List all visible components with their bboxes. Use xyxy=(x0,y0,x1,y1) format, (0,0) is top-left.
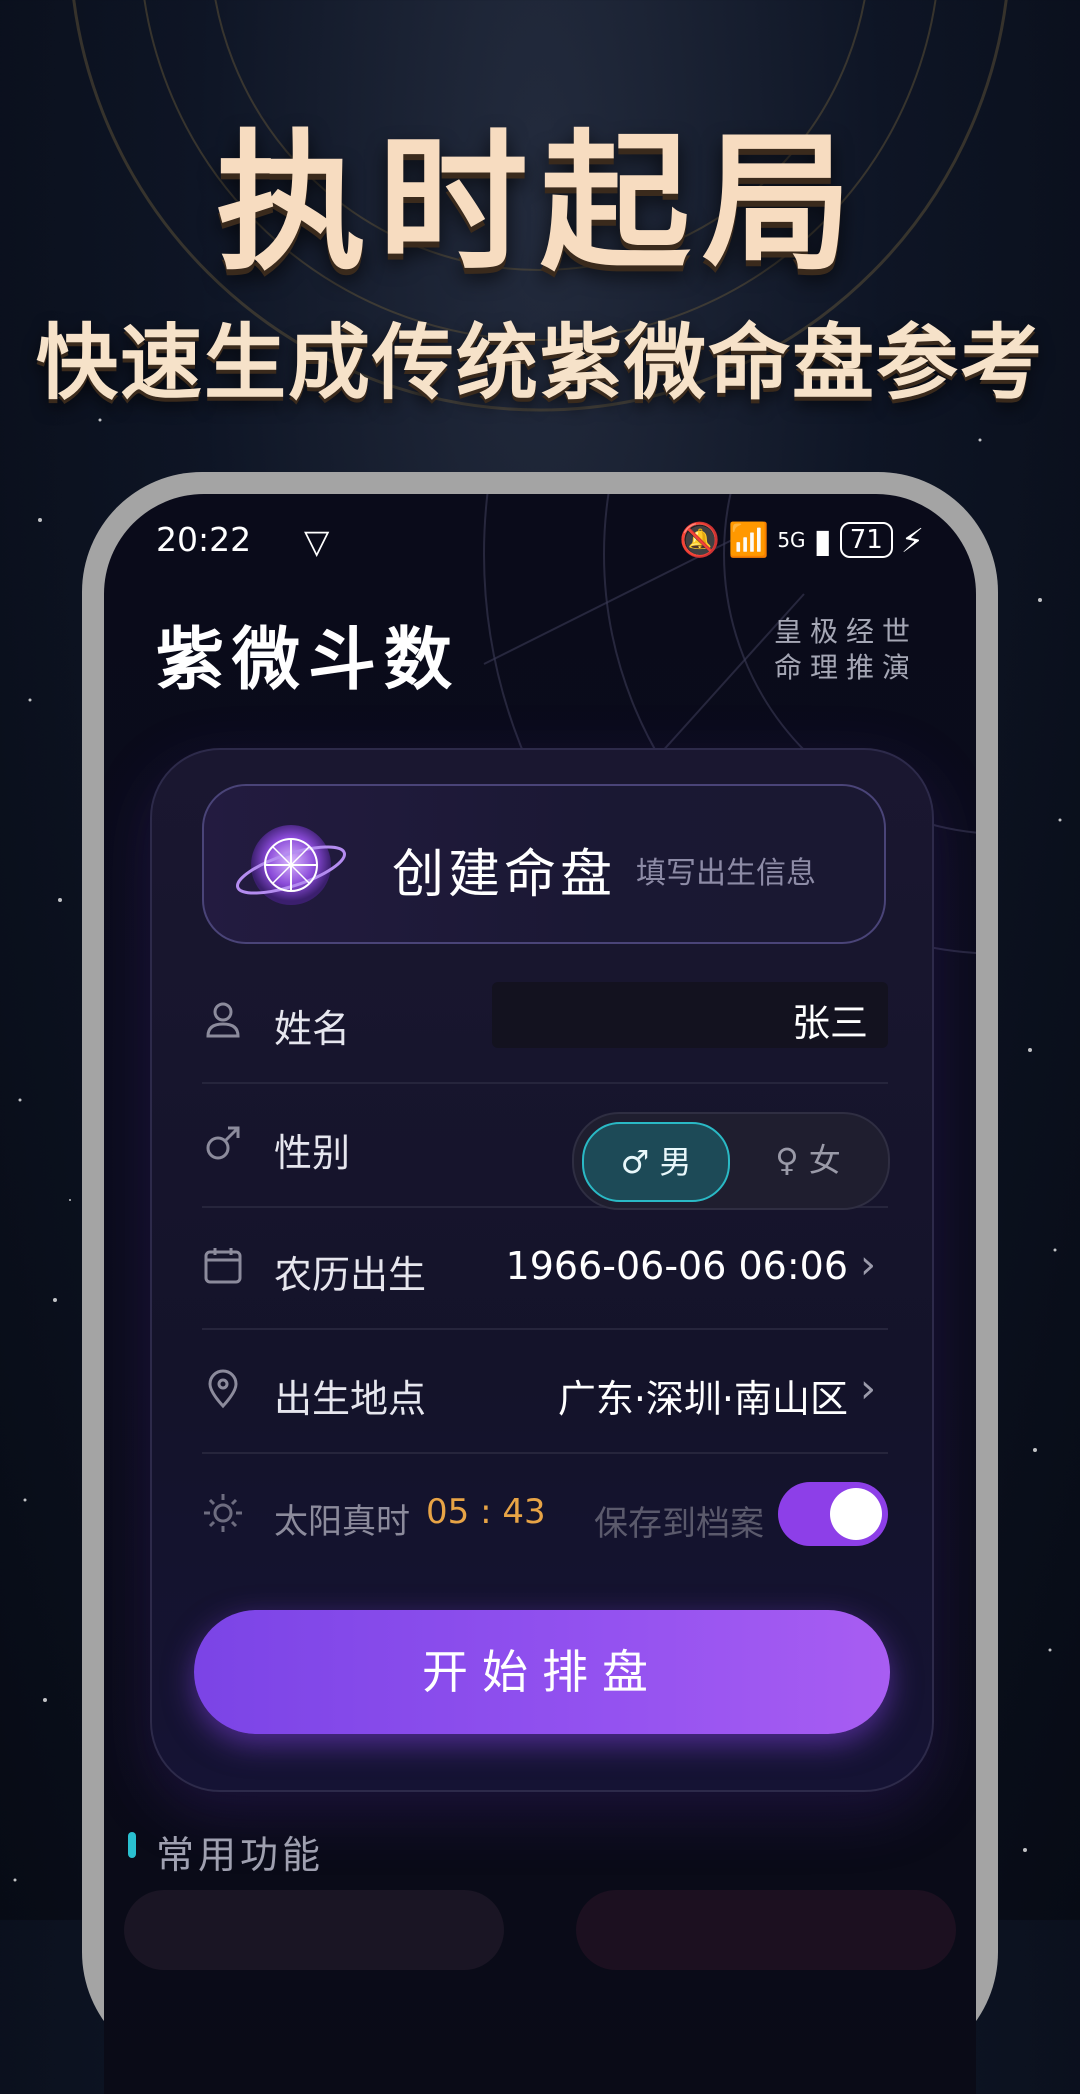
birthplace-value: 广东·深圳·南山区 xyxy=(557,1377,848,1421)
hero-title: 执时起局 xyxy=(215,115,864,291)
signal-icon: ▮ xyxy=(813,520,832,560)
birth-info-card: 创建命盘 填写出生信息 姓名 张三 性别 ♂ 男 ♀ 女 农历出生 1966-0… xyxy=(150,748,934,1792)
section-title: 常用功能 xyxy=(156,1833,325,1877)
person-icon xyxy=(206,1002,240,1038)
wifi-icon: 📶 xyxy=(728,520,770,559)
mute-icon: 🔕 xyxy=(679,520,721,559)
gender-female-option[interactable]: ♀ 女 xyxy=(736,1122,880,1198)
name-label: 姓名 xyxy=(274,1007,351,1051)
solar-time-row: 太阳真时 05 : 43 保存到档案 xyxy=(202,1454,888,1576)
network-label: 5G xyxy=(777,528,806,552)
status-time: 20:22 xyxy=(156,520,252,559)
app-tagline: 皇极经世命理推演 xyxy=(774,615,919,684)
phone-screen: 20:22 ▽ 🔕 📶 5G ▮ 71 ⚡ 紫微斗数 皇极经世命理推演 创建命盘… xyxy=(104,494,976,2094)
create-chart-title: 创建命盘 xyxy=(392,845,617,905)
function-tiles xyxy=(124,1890,956,1970)
create-chart-hint: 填写出生信息 xyxy=(636,856,816,891)
birthplace-label: 出生地点 xyxy=(274,1377,427,1421)
lunar-birth-value: 1966-06-06 06:06 xyxy=(505,1244,848,1288)
location-pin-icon xyxy=(208,1369,238,1409)
status-bar: 20:22 ▽ 🔕 📶 5G ▮ 71 ⚡ xyxy=(156,508,924,568)
function-tile[interactable] xyxy=(576,1890,956,1970)
male-gender-icon xyxy=(206,1126,240,1160)
section-accent-bar xyxy=(128,1832,136,1858)
function-tile[interactable] xyxy=(124,1890,504,1970)
toggle-knob xyxy=(830,1488,882,1540)
lunar-birth-row[interactable]: 农历出生 1966-06-06 06:06 › xyxy=(202,1206,888,1330)
gender-male-option[interactable]: ♂ 男 xyxy=(582,1122,730,1202)
gender-label: 性别 xyxy=(274,1131,351,1175)
name-input[interactable]: 张三 xyxy=(492,982,888,1048)
status-icons: 🔕 📶 5G ▮ 71 ⚡ xyxy=(679,520,924,560)
name-row: 姓名 张三 xyxy=(202,960,888,1084)
save-to-profile-toggle[interactable] xyxy=(778,1482,888,1546)
calendar-icon xyxy=(204,1248,242,1284)
charging-icon: ⚡ xyxy=(900,520,924,560)
vpn-icon: ▽ xyxy=(304,522,330,561)
birthplace-row[interactable]: 出生地点 广东·深圳·南山区 › xyxy=(202,1330,888,1454)
start-chart-button[interactable]: 开始排盘 xyxy=(194,1610,890,1734)
battery-indicator: 71 xyxy=(839,522,893,558)
solar-time-value: 05 : 43 xyxy=(426,1492,546,1532)
hero-banner: 执时起局 快速生成传统紫微命盘参考 xyxy=(0,0,1080,420)
save-to-profile-label: 保存到档案 xyxy=(594,1504,764,1544)
name-value: 张三 xyxy=(791,1001,868,1045)
chevron-right-icon: › xyxy=(860,1242,876,1288)
app-title: 紫微斗数 xyxy=(156,620,461,700)
hero-subtitle: 快速生成传统紫微命盘参考 xyxy=(35,315,1044,411)
solar-time-label: 太阳真时 xyxy=(274,1502,410,1542)
astrolabe-orb-icon xyxy=(236,825,346,905)
gender-row: 性别 ♂ 男 ♀ 女 xyxy=(202,1084,890,1210)
sun-icon xyxy=(204,1494,242,1532)
lunar-birth-label: 农历出生 xyxy=(274,1253,427,1297)
chevron-right-icon: › xyxy=(860,1366,876,1412)
create-chart-banner[interactable]: 创建命盘 填写出生信息 xyxy=(202,784,886,944)
gender-toggle: ♂ 男 ♀ 女 xyxy=(572,1112,890,1210)
